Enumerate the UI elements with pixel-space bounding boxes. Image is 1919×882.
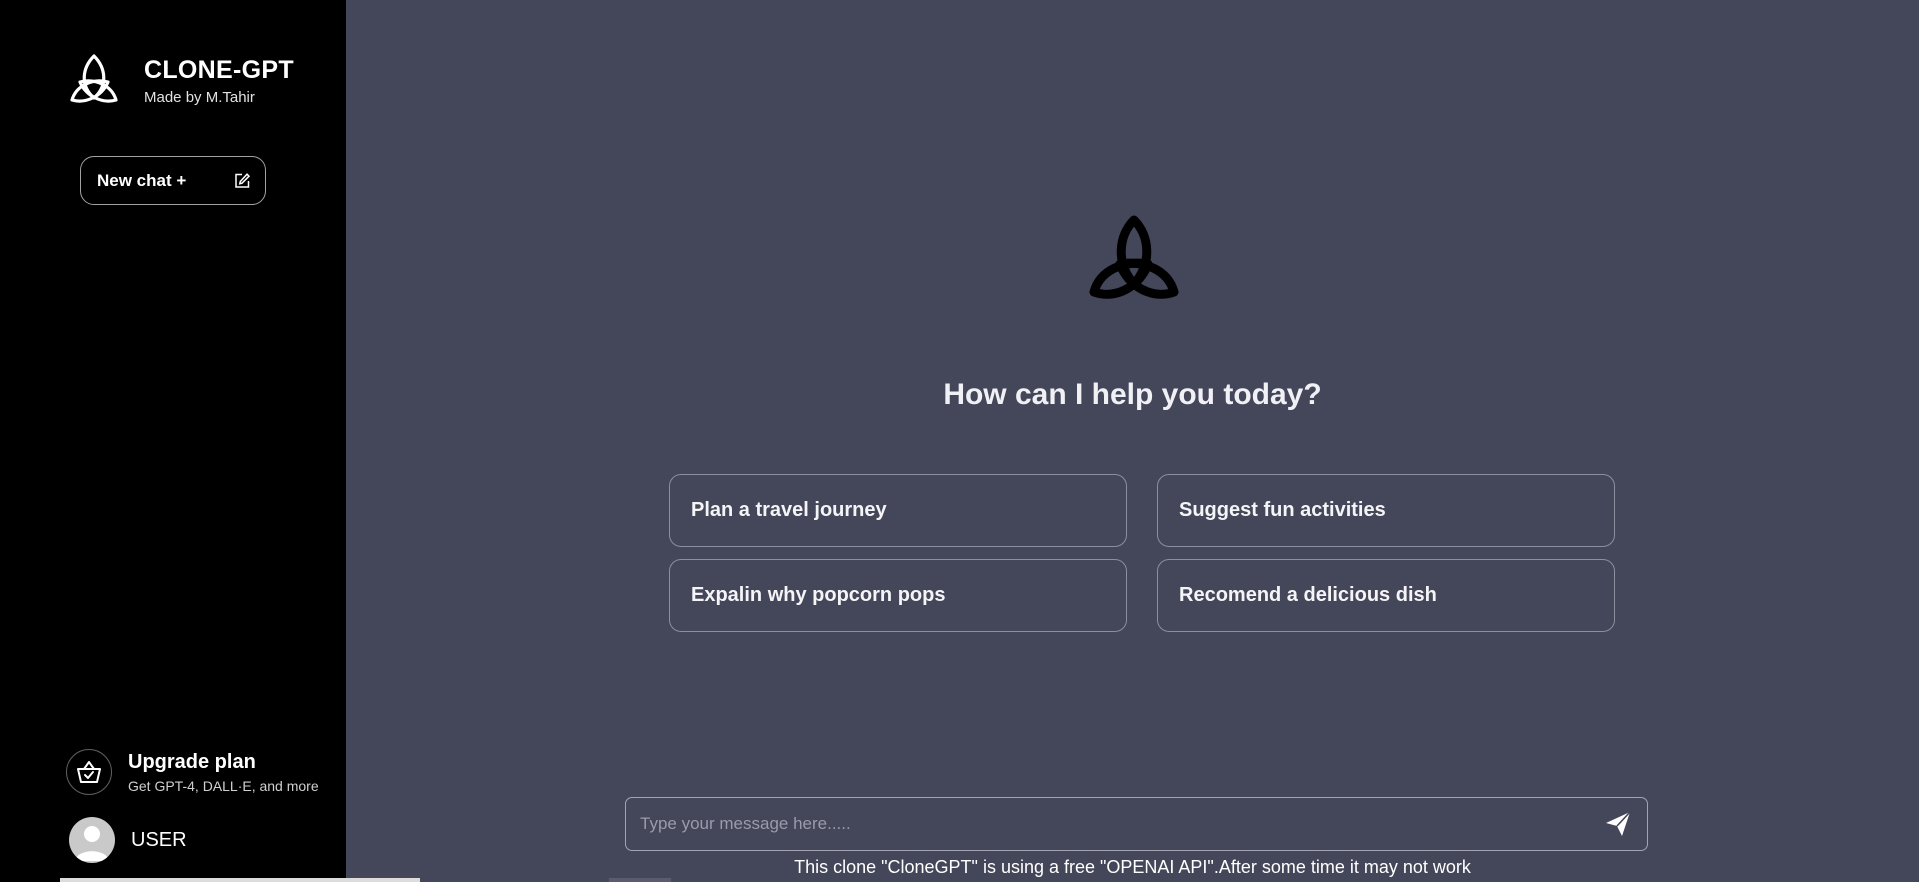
user-name: USER	[131, 828, 187, 851]
upgrade-plan-button[interactable]: Upgrade plan Get GPT-4, DALL·E, and more	[66, 749, 319, 795]
triquetra-icon	[1089, 215, 1179, 299]
upgrade-icon-wrapper	[66, 749, 112, 795]
suggestion-card[interactable]: Expalin why popcorn pops	[669, 559, 1127, 632]
suggestion-card[interactable]: Recomend a delicious dish	[1157, 559, 1615, 632]
welcome-heading: How can I help you today?	[943, 378, 1322, 411]
chat-main: How can I help you today? Plan a travel …	[346, 0, 1919, 882]
suggestion-grid: Plan a travel journey Suggest fun activi…	[669, 474, 1615, 632]
upgrade-text: Upgrade plan Get GPT-4, DALL·E, and more	[128, 750, 319, 794]
send-icon[interactable]	[1603, 809, 1633, 839]
edit-icon	[235, 172, 251, 188]
brand: CLONE-GPT Made by M.Tahir	[66, 52, 294, 108]
new-chat-button[interactable]: New chat +	[80, 156, 266, 205]
basket-icon	[77, 761, 101, 783]
message-composer	[625, 797, 1648, 851]
message-input[interactable]	[640, 798, 1603, 850]
upgrade-title: Upgrade plan	[128, 751, 256, 773]
triquetra-icon	[70, 54, 118, 103]
avatar-icon	[75, 826, 109, 861]
avatar	[69, 817, 115, 863]
suggestion-card[interactable]: Plan a travel journey	[669, 474, 1127, 547]
upgrade-subtitle: Get GPT-4, DALL·E, and more	[128, 778, 319, 794]
brand-text: CLONE-GPT Made by M.Tahir	[144, 55, 294, 107]
api-disclaimer: This clone "CloneGPT" is using a free "O…	[794, 857, 1471, 877]
sidebar: CLONE-GPT Made by M.Tahir New chat + Upg…	[0, 0, 420, 882]
app-title: CLONE-GPT	[144, 56, 294, 84]
horizontal-scrollbar[interactable]	[609, 878, 671, 882]
user-profile[interactable]: USER	[69, 817, 187, 863]
app-subtitle: Made by M.Tahir	[144, 89, 255, 106]
new-chat-label: New chat +	[97, 170, 187, 190]
suggestion-card[interactable]: Suggest fun activities	[1157, 474, 1615, 547]
